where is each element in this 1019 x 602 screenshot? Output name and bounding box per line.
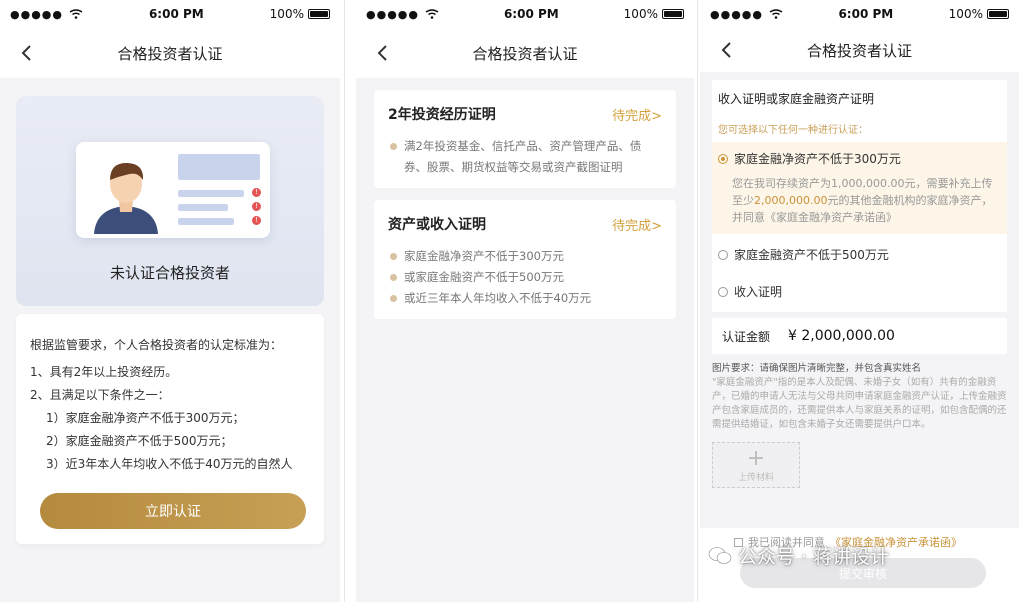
nav-bar: 合格投资者认证 <box>700 28 1019 72</box>
battery-percent: 100% <box>269 7 304 21</box>
back-arrow-icon[interactable] <box>16 42 38 64</box>
status-hero: ! ! ! 未认证合格投资者 <box>16 96 324 306</box>
note-body: "家庭金融资产"指的是本人及配偶、未婚子女（如有）共有的金融资产，已婚的申请人无… <box>712 377 1007 430</box>
status-bar: ●●●●● 6:00 PM 100% <box>356 0 694 28</box>
screen-asset-proof: ●●●●● 6:00 PM 100% 合格投资者认证 收入证明或家庭金融资产证明… <box>700 0 1019 602</box>
task-title: 2年投资经历证明 <box>388 107 496 123</box>
back-arrow-icon[interactable] <box>372 42 394 64</box>
avatar-icon <box>94 162 158 234</box>
status-time: 6:00 PM <box>503 7 559 21</box>
radio-icon[interactable] <box>718 249 728 260</box>
task-status-link[interactable]: 待完成> <box>612 215 662 234</box>
criteria-subitem: 3）近3年本人年均收入不低于40万元的自然人 <box>46 457 293 471</box>
option-income-proof[interactable]: 收入证明 <box>712 271 1007 312</box>
wechat-icon <box>708 546 732 564</box>
option-net-assets-300[interactable]: 家庭金融净资产不低于300万元 <box>712 142 1007 175</box>
task-title: 资产或收入证明 <box>388 217 486 233</box>
desc-highlight-amount: 2,000,000.00 <box>754 194 828 207</box>
id-card-illustration: ! ! ! <box>76 142 270 238</box>
signal-icon: ●●●●● <box>10 7 63 21</box>
alert-dot-icon: ! <box>252 202 261 211</box>
amount-row: 认证金额 ¥ 2,000,000.00 <box>712 318 1007 354</box>
start-verification-button[interactable]: 立即认证 <box>40 493 306 529</box>
image-requirements-note: 图片要求：请确保图片清晰完整，并包含真实姓名 "家庭金融资产"指的是本人及配偶、… <box>712 362 1007 432</box>
battery-indicator: 100% <box>270 7 330 21</box>
alert-dot-icon: ! <box>252 188 261 197</box>
alert-dot-icon: ! <box>252 216 261 225</box>
battery-percent: 100% <box>948 7 983 21</box>
page-title: 合格投资者认证 <box>806 41 912 60</box>
status-bar: ●●●●● 6:00 PM 100% <box>0 0 340 28</box>
choose-hint: 您可选择以下任何一种进行认证： <box>718 125 868 136</box>
criteria-item: 1、具有2年以上投资经历。 <box>30 365 178 379</box>
status-time: 6:00 PM <box>838 7 894 21</box>
amount-label: 认证金额 <box>722 329 771 344</box>
nav-bar: 合格投资者认证 <box>0 28 340 78</box>
option-label: 收入证明 <box>734 285 783 299</box>
task-card-assets[interactable]: 资产或收入证明 待完成> 家庭金融净资产不低于300万元 或家庭金融资产不低于5… <box>374 200 676 319</box>
screen-investor-status: ●●●●● 6:00 PM 100% 合格投资者认证 ! ! ! 未认证合格投资… <box>0 0 340 602</box>
option-label: 家庭金融资产不低于500万元 <box>734 248 889 262</box>
radio-selected-icon[interactable] <box>718 153 728 164</box>
screen-verification-tasks: ●●●●● 6:00 PM 100% 合格投资者认证 2年投资经历证明 待完成>… <box>356 0 694 602</box>
battery-indicator: 100% <box>624 7 684 21</box>
status-title: 未认证合格投资者 <box>109 264 230 282</box>
signal-icon: ●●●●● <box>710 7 763 21</box>
option-assets-500[interactable]: 家庭金融资产不低于500万元 <box>712 234 1007 271</box>
task-requirement: 家庭金融净资产不低于300万元 <box>388 246 662 267</box>
amount-value: ¥ 2,000,000.00 <box>788 328 895 344</box>
task-requirement: 或近三年本人年均收入不低于40万元 <box>388 288 662 309</box>
proof-options-panel: 收入证明或家庭金融资产证明 您可选择以下任何一种进行认证： 家庭金融净资产不低于… <box>712 80 1007 312</box>
divider <box>344 0 345 602</box>
option-description: 您在我司存续资产为1,000,000.00元，需要补充上传至少2,000,000… <box>712 175 1007 234</box>
status-time: 6:00 PM <box>148 7 204 21</box>
divider <box>697 0 698 602</box>
battery-icon <box>986 9 1009 19</box>
task-requirement: 满2年投资基金、信托产品、资产管理产品、债券、股票、期货权益等交易或资产截图证明 <box>388 136 662 178</box>
status-bar: ●●●●● 6:00 PM 100% <box>700 0 1019 28</box>
page-title: 合格投资者认证 <box>472 44 578 63</box>
section-title: 收入证明或家庭金融资产证明 <box>718 92 875 106</box>
battery-icon <box>307 9 330 19</box>
task-status-link[interactable]: 待完成> <box>612 105 662 124</box>
battery-indicator: 100% <box>949 7 1009 21</box>
criteria-item: 2、且满足以下条件之一： <box>30 388 170 402</box>
upload-button[interactable]: + 上传材料 <box>712 442 800 488</box>
criteria-intro: 根据监管要求，个人合格投资者的认定标准为： <box>30 338 283 352</box>
wifi-icon <box>425 9 439 19</box>
option-label: 家庭金融净资产不低于300万元 <box>734 152 901 166</box>
page-title: 合格投资者认证 <box>117 44 223 63</box>
criteria-subitem: 1）家庭金融净资产不低于300万元； <box>46 411 245 425</box>
wifi-icon <box>769 9 783 19</box>
battery-icon <box>661 9 684 19</box>
task-card-experience[interactable]: 2年投资经历证明 待完成> 满2年投资基金、信托产品、资产管理产品、债券、股票、… <box>374 90 676 188</box>
back-arrow-icon[interactable] <box>716 39 738 61</box>
watermark-text: 公众号 · 蒋讲设计 <box>738 546 890 568</box>
nav-bar: 合格投资者认证 <box>356 28 694 78</box>
plus-icon: + <box>746 445 766 471</box>
note-heading: 图片要求：请确保图片清晰完整，并包含真实姓名 <box>712 363 922 374</box>
signal-icon: ●●●●● <box>366 7 419 21</box>
task-requirement: 或家庭金融资产不低于500万元 <box>388 267 662 288</box>
wifi-icon <box>69 9 83 19</box>
criteria-subitem: 2）家庭金融资产不低于500万元； <box>46 434 233 448</box>
radio-icon[interactable] <box>718 286 728 297</box>
upload-label: 上传材料 <box>737 472 774 483</box>
battery-percent: 100% <box>623 7 658 21</box>
watermark: 公众号 · 蒋讲设计 <box>708 542 889 569</box>
